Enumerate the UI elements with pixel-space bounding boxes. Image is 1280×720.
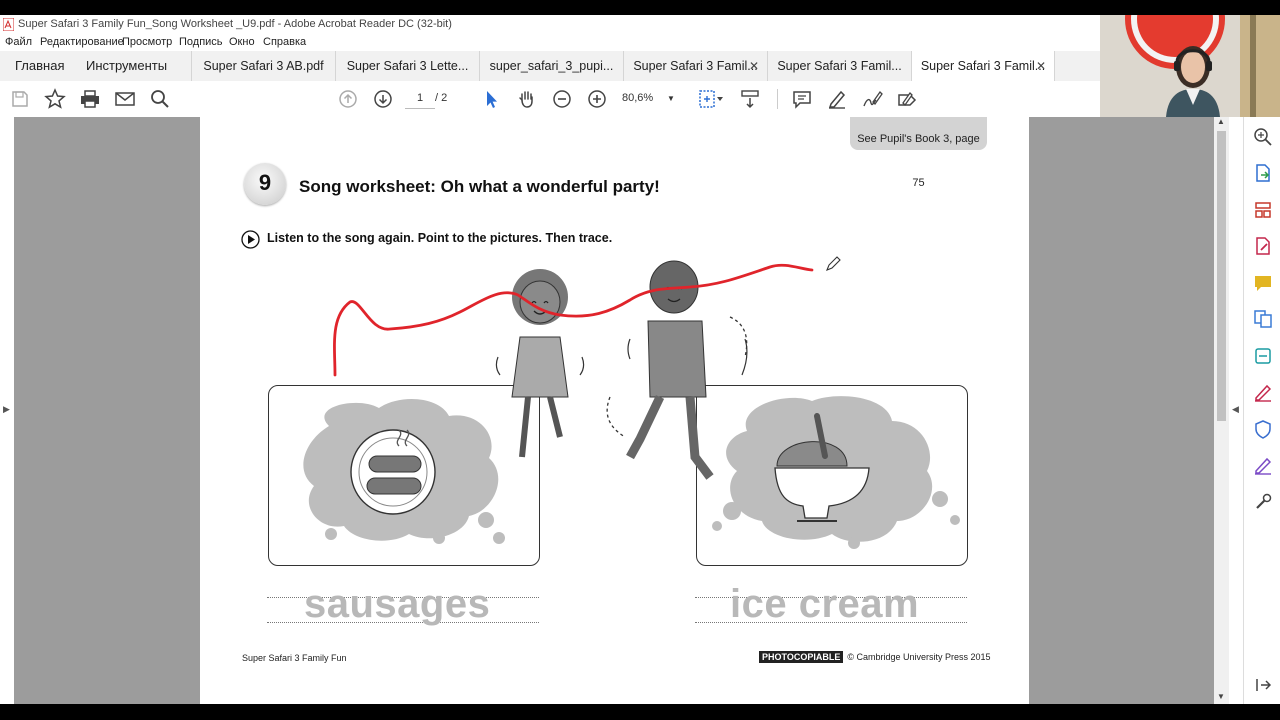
left-panel-handle[interactable]: ▶ (0, 117, 14, 704)
close-tab-icon[interactable]: ✕ (1036, 51, 1046, 81)
toolbar-divider (777, 89, 778, 109)
comment-tool-icon[interactable] (1253, 273, 1273, 293)
chevron-down-icon: ▼ (667, 94, 675, 103)
hand-tool-icon[interactable] (516, 88, 538, 110)
trace-word-sausages: sausages (304, 582, 491, 626)
tab-document-label: Super Safari 3 Lette... (346, 59, 469, 73)
menu-help[interactable]: Справка (263, 36, 306, 48)
tab-document[interactable]: Super Safari 3 Famil... (767, 51, 911, 81)
zoom-in-icon[interactable] (586, 88, 608, 110)
print-icon[interactable] (79, 88, 101, 110)
menu-bar: Файл Редактирование Просмотр Подпись Окн… (0, 34, 1100, 51)
screen-bottom-edge (0, 704, 1280, 720)
tab-document[interactable]: Super Safari 3 AB.pdf (191, 51, 335, 81)
edit-pdf-icon[interactable] (1253, 236, 1273, 256)
scroll-down-icon[interactable]: ▼ (1217, 692, 1225, 701)
window-title-bar: Super Safari 3 Family Fun_Song Worksheet… (0, 15, 1100, 34)
trace-word-ice-cream: ice cream (730, 582, 920, 626)
more-tools-icon[interactable] (1253, 492, 1273, 512)
scroll-mode-icon[interactable] (739, 88, 761, 110)
scroll-thumb[interactable] (1217, 131, 1226, 421)
tab-document-label: Super Safari 3 Famil... (920, 59, 1046, 73)
highlight-pen-icon[interactable] (826, 88, 848, 110)
collapse-panel-icon[interactable] (1253, 675, 1273, 695)
worksheet-title: Song worksheet: Oh what a wonderful part… (299, 177, 660, 196)
webcam-presenter-image (1100, 15, 1280, 117)
photocopiable-badge: PHOTOCOPIABLE (759, 651, 844, 663)
page-fit-icon[interactable] (697, 88, 725, 110)
expand-left-icon[interactable]: ▶ (3, 404, 10, 415)
right-panel-handle[interactable]: ◀ (1229, 117, 1243, 704)
tab-document[interactable]: super_safari_3_pupi... (479, 51, 623, 81)
menu-edit[interactable]: Редактирование (40, 36, 124, 48)
request-signature-icon[interactable] (1253, 455, 1273, 475)
zoom-out-icon[interactable] (551, 88, 573, 110)
copyright-text: © Cambridge University Press 2015 (847, 652, 991, 662)
menu-sign[interactable]: Подпись (179, 36, 223, 48)
page-total: / 2 (435, 92, 448, 104)
audio-play-icon (241, 230, 260, 249)
fill-sign-icon[interactable] (896, 88, 918, 110)
instruction-text: Listen to the song again. Point to the p… (267, 231, 613, 245)
bookmark-star-icon[interactable] (44, 88, 66, 110)
tab-home[interactable]: Главная (15, 51, 64, 81)
export-pdf-icon[interactable] (1253, 163, 1273, 183)
menu-window[interactable]: Окно (229, 36, 255, 48)
page-up-icon[interactable] (337, 88, 359, 110)
tab-document-active[interactable]: Super Safari 3 Famil... ✕ (911, 51, 1055, 82)
footer-book-title: Super Safari 3 Family Fun (242, 653, 347, 663)
tab-document-label: Super Safari 3 AB.pdf (203, 59, 324, 73)
enhance-scan-icon[interactable] (1253, 127, 1273, 147)
tab-document[interactable]: Super Safari 3 Famil... ✕ (623, 51, 767, 81)
pdf-page: See Pupil's Book 3, page 75 9 Song works… (200, 117, 1029, 704)
window-title: Super Safari 3 Family Fun_Song Worksheet… (18, 18, 452, 30)
tab-bar: Главная Инструменты Super Safari 3 AB.pd… (0, 51, 1100, 82)
tab-document-label: super_safari_3_pupi... (489, 59, 614, 73)
fill-and-sign-icon[interactable] (1253, 382, 1273, 402)
see-pupils-book-note: See Pupil's Book 3, page 75 (850, 117, 987, 189)
tab-document[interactable]: Super Safari 3 Lette... (335, 51, 479, 81)
page-down-icon[interactable] (372, 88, 394, 110)
zoom-dropdown[interactable]: 80,6% ▼ (622, 89, 677, 108)
menu-file[interactable]: Файл (5, 36, 32, 48)
webcam-overlay (1100, 15, 1280, 117)
pencil-cursor-icon (826, 256, 841, 271)
right-tools-panel (1243, 117, 1280, 704)
red-freehand-annotation (333, 263, 814, 377)
tab-document-label: Super Safari 3 Famil... (777, 59, 902, 73)
tab-tools[interactable]: Инструменты (86, 51, 167, 81)
page-number-input[interactable]: 1 (405, 89, 435, 109)
combine-files-icon[interactable] (1253, 309, 1273, 329)
search-icon[interactable] (149, 88, 171, 110)
protect-shield-icon[interactable] (1253, 419, 1273, 439)
footer-copyright: PHOTOCOPIABLE © Cambridge University Pres… (759, 651, 991, 663)
save-icon[interactable] (9, 88, 31, 110)
close-tab-icon[interactable]: ✕ (749, 51, 759, 81)
scan-ocr-icon[interactable] (1253, 346, 1273, 366)
exercise-number-badge: 9 (244, 163, 286, 205)
main-toolbar: 1 / 2 80,6% ▼ (0, 81, 1100, 118)
draw-sign-icon[interactable] (861, 88, 883, 110)
vertical-scrollbar[interactable]: ▲ ▼ (1214, 117, 1229, 704)
tab-document-label: Super Safari 3 Famil... (633, 59, 758, 73)
email-icon[interactable] (114, 88, 136, 110)
comment-icon[interactable] (791, 88, 813, 110)
menu-view[interactable]: Просмотр (122, 36, 172, 48)
scroll-up-icon[interactable]: ▲ (1217, 117, 1225, 126)
acrobat-app-icon (3, 18, 14, 31)
zoom-value: 80,6% (622, 92, 654, 104)
collapse-right-icon[interactable]: ◀ (1232, 404, 1239, 415)
organize-pages-icon[interactable] (1253, 200, 1273, 220)
select-arrow-icon[interactable] (481, 88, 503, 110)
